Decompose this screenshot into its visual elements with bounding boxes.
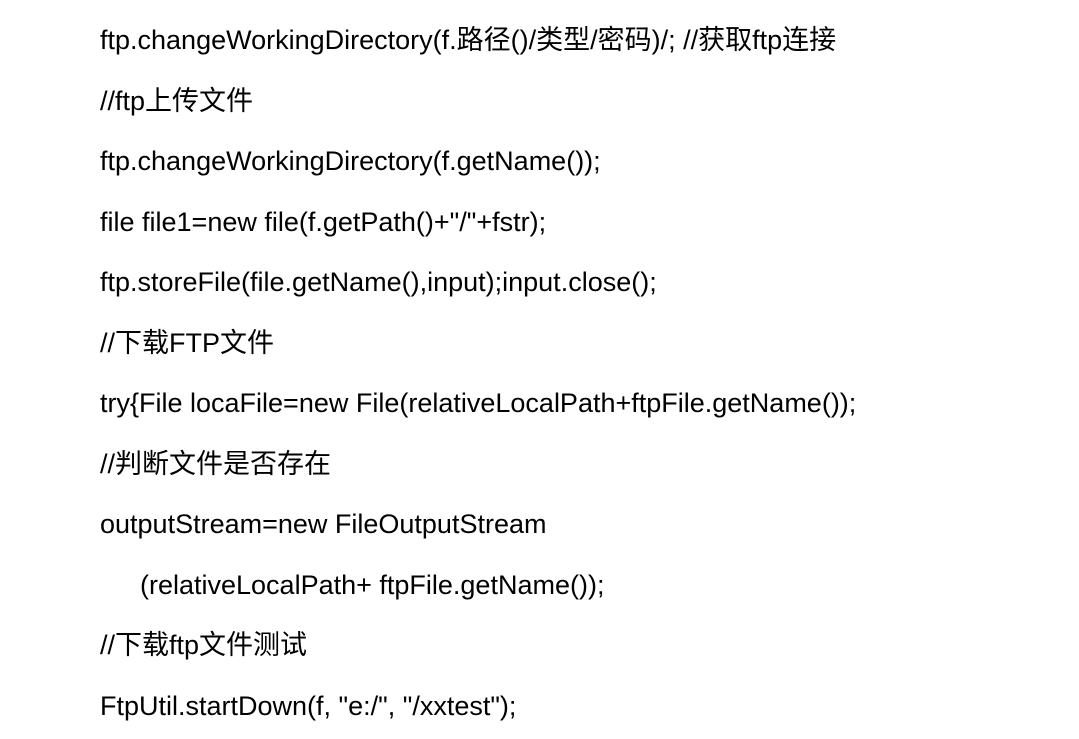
code-line-6: //下载FTP文件 xyxy=(100,323,1079,364)
code-line-5: ftp.storeFile(file.getName(),input);inpu… xyxy=(100,262,1079,303)
code-line-2: //ftp上传文件 xyxy=(100,81,1079,122)
code-line-10: (relativeLocalPath+ ftpFile.getName()); xyxy=(100,565,1079,606)
code-line-4: file file1=new file(f.getPath()+"/"+fstr… xyxy=(100,202,1079,243)
code-line-9: outputStream=new FileOutputStream xyxy=(100,504,1079,545)
code-line-7: try{File locaFile=new File(relativeLocal… xyxy=(100,383,1079,424)
code-line-8: //判断文件是否存在 xyxy=(100,444,1079,485)
code-line-11: //下载ftp文件测试 xyxy=(100,625,1079,666)
code-line-3: ftp.changeWorkingDirectory(f.getName()); xyxy=(100,141,1079,182)
code-line-12: FtpUtil.startDown(f, "e:/", "/xxtest"); xyxy=(100,686,1079,727)
code-line-1: ftp.changeWorkingDirectory(f.路径()/类型/密码)… xyxy=(100,20,1079,61)
